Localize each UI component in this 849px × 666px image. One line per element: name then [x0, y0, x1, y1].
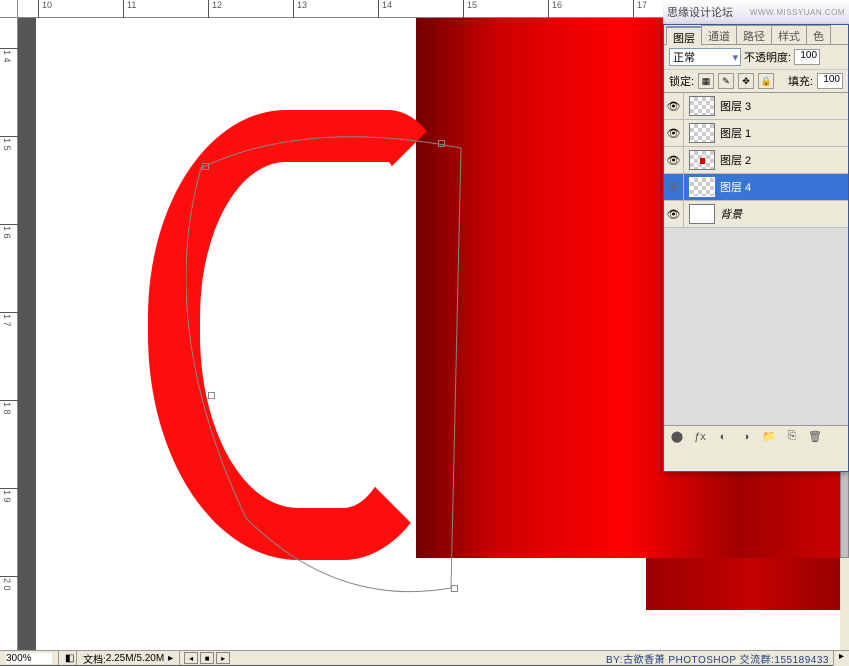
dropdown-icon[interactable]: ▸ — [168, 653, 173, 664]
ruler-tick: 15 — [467, 0, 477, 10]
ruler-tick: 1 6 — [2, 226, 12, 239]
watermark-header: 思缘设计论坛 WWW.MISSYUAN.COM — [663, 0, 849, 24]
layer-row[interactable]: 图层 2 — [664, 147, 848, 174]
layers-list: 图层 3 图层 1 图层 2 图层 4 背景 — [664, 93, 848, 425]
doc-size-label: 文档: — [83, 651, 106, 666]
lock-all-icon[interactable]: 🔒 — [758, 73, 774, 89]
tab-color[interactable]: 色 — [806, 25, 831, 44]
tab-layers[interactable]: 图层 — [666, 26, 702, 45]
layer-name[interactable]: 背景 — [720, 206, 848, 222]
scrollbar-thumb[interactable] — [840, 458, 849, 558]
visibility-toggle[interactable] — [664, 93, 684, 120]
ruler-tick: 1 9 — [2, 490, 12, 503]
ruler-tick: 12 — [212, 0, 222, 10]
layer-style-icon[interactable]: ƒx — [691, 429, 709, 445]
layer-name[interactable]: 图层 4 — [720, 179, 848, 195]
eye-icon — [667, 154, 681, 167]
header-title: 思缘设计论坛 — [667, 4, 733, 20]
blend-mode-value: 正常 — [673, 49, 695, 65]
lock-label: 锁定: — [669, 73, 694, 89]
vector-path[interactable] — [186, 128, 466, 598]
layer-thumbnail[interactable] — [689, 96, 715, 116]
layer-name[interactable]: 图层 2 — [720, 152, 848, 168]
ruler-tick: 1 5 — [2, 138, 12, 151]
path-anchor[interactable] — [438, 140, 445, 147]
prev-icon[interactable]: ◂ — [184, 652, 198, 664]
panel-footer: ⬤ ƒx ◐ ◑ 📁 ⎘ 🗑 — [664, 425, 848, 447]
ruler-tick: 1 4 — [2, 50, 12, 63]
visibility-toggle[interactable] — [664, 174, 684, 201]
ruler-tick: 13 — [297, 0, 307, 10]
layer-row[interactable]: 图层 1 — [664, 120, 848, 147]
ruler-origin[interactable] — [0, 0, 18, 18]
blend-mode-select[interactable]: 正常 — [669, 48, 741, 66]
ruler-tick: 2 0 — [2, 578, 12, 591]
visibility-toggle[interactable] — [664, 120, 684, 147]
layer-thumbnail[interactable] — [689, 204, 715, 224]
stop-icon[interactable]: ■ — [200, 652, 214, 664]
layer-name[interactable]: 图层 3 — [720, 98, 848, 114]
layer-name[interactable]: 图层 1 — [720, 125, 848, 141]
lock-brush-icon[interactable]: ✎ — [718, 73, 734, 89]
eye-icon — [667, 127, 681, 140]
ruler-tick: 14 — [382, 0, 392, 10]
layer-row[interactable]: 背景 — [664, 201, 848, 228]
ruler-tick: 11 — [127, 0, 136, 10]
eye-icon — [667, 100, 681, 113]
ruler-tick: 17 — [637, 0, 647, 10]
vertical-ruler[interactable]: 1 4 1 5 1 6 1 7 1 8 1 9 2 0 — [0, 18, 18, 650]
link-layers-icon[interactable]: ⬤ — [668, 429, 686, 445]
ruler-tick: 1 7 — [2, 314, 12, 327]
path-anchor[interactable] — [208, 392, 215, 399]
doc-size-value: 2.25M/5.20M — [106, 653, 164, 664]
zoom-input[interactable] — [6, 653, 52, 664]
lock-move-icon[interactable]: ✥ — [738, 73, 754, 89]
adjustment-layer-icon[interactable]: ◑ — [737, 429, 755, 445]
layer-thumbnail[interactable] — [689, 150, 715, 170]
layer-thumbnail[interactable] — [689, 123, 715, 143]
eye-icon — [667, 181, 681, 194]
fill-input[interactable]: 100 — [817, 73, 843, 89]
status-icon[interactable]: ◧ — [59, 651, 77, 665]
eye-icon — [667, 208, 681, 221]
path-anchor[interactable] — [451, 585, 458, 592]
scroll-right-icon[interactable]: ▸ — [833, 651, 849, 666]
tab-channels[interactable]: 通道 — [701, 25, 737, 44]
ruler-tick: 16 — [552, 0, 562, 10]
status-bar: ◧ 文档: 2.25M/5.20M ▸ ◂ ■ ▸ BY:古欲香萧 PHOTOS… — [0, 650, 849, 665]
layer-mask-icon[interactable]: ◐ — [714, 429, 732, 445]
opacity-input[interactable]: 100 — [794, 49, 820, 65]
layer-row[interactable]: 图层 3 — [664, 93, 848, 120]
playback-controls: ◂ ■ ▸ — [184, 652, 230, 664]
ruler-tick: 1 8 — [2, 402, 12, 415]
opacity-label: 不透明度: — [744, 49, 791, 65]
tab-styles[interactable]: 样式 — [771, 25, 807, 44]
layer-group-icon[interactable]: 📁 — [760, 429, 778, 445]
next-icon[interactable]: ▸ — [216, 652, 230, 664]
layer-row[interactable]: 图层 4 — [664, 174, 848, 201]
fill-label: 填充: — [788, 73, 813, 89]
tab-paths[interactable]: 路径 — [736, 25, 772, 44]
delete-layer-icon[interactable]: 🗑 — [806, 429, 824, 445]
layers-panel[interactable]: 图层 通道 路径 样式 色 正常 不透明度: 100 锁定: ▦ ✎ ✥ 🔒 填… — [663, 24, 849, 472]
panel-tabs: 图层 通道 路径 样式 色 — [664, 25, 848, 45]
lock-transparent-icon[interactable]: ▦ — [698, 73, 714, 89]
header-url: WWW.MISSYUAN.COM — [750, 8, 845, 17]
ruler-tick: 10 — [42, 0, 52, 10]
layer-thumbnail[interactable] — [689, 177, 715, 197]
visibility-toggle[interactable] — [664, 147, 684, 174]
credits-text: BY:古欲香萧 PHOTOSHOP 交流群:155189433 — [606, 651, 829, 666]
visibility-toggle[interactable] — [664, 201, 684, 228]
path-anchor[interactable] — [202, 163, 209, 170]
new-layer-icon[interactable]: ⎘ — [783, 429, 801, 445]
